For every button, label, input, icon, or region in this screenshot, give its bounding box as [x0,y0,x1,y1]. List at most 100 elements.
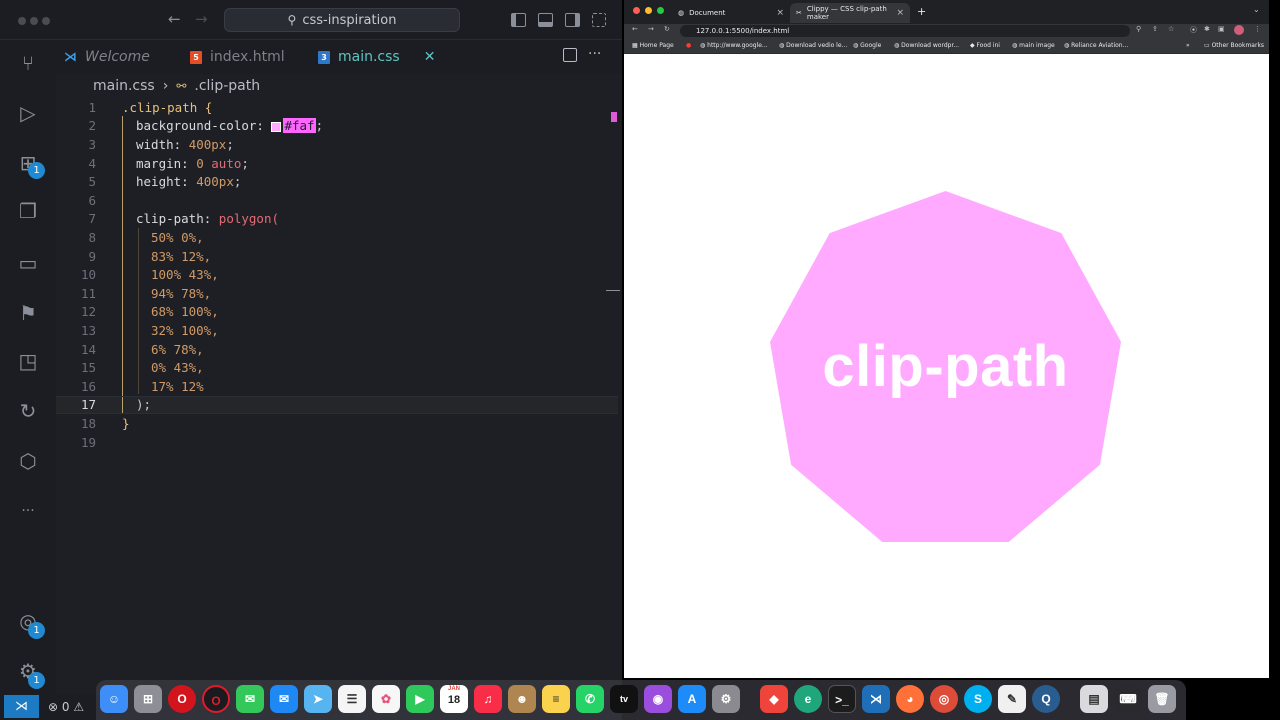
keyboard-icon[interactable]: ⌨ [1114,685,1142,713]
more-actions-icon[interactable]: ··· [588,46,601,62]
tab-welcome[interactable]: ⋊ Welcome [64,40,150,74]
music-icon[interactable]: ♫ [474,685,502,713]
firefox-icon[interactable]: ◕ [896,685,924,713]
split-editor-icon[interactable] [563,48,577,62]
forward-arrow-icon[interactable]: → [195,10,208,28]
command-center-search[interactable]: ⚲ css-inspiration [224,8,460,32]
container-icon[interactable]: ⬡ [17,450,39,472]
bookmarks-icon[interactable]: ⚑ [17,302,39,324]
reload-icon[interactable]: ↻ [664,25,670,33]
bookmark-item[interactable]: ◍ http://www.google... [700,42,768,49]
menu-icon[interactable]: ⋮ [1254,25,1261,33]
apple-tv-icon[interactable]: tv [610,685,638,713]
opera-gx-icon[interactable]: O [202,685,230,713]
youtube-icon[interactable]: ● [686,42,691,49]
forward-icon[interactable]: → [648,25,654,33]
quicktime-icon[interactable]: Q [1032,685,1060,713]
maps-icon[interactable]: ➤ [304,685,332,713]
line-number: 17 [80,397,96,413]
vscode-icon[interactable]: ⋊ [862,685,890,713]
toggle-panel-icon[interactable] [538,13,553,27]
live-share-icon[interactable]: ◳ [17,350,39,372]
activity-bar: ⑂ ▷ ⊞ 1 ❐ ▭ ⚑ ◳ ↻ ⬡ ··· ◎ 1 ⚙ 1 [0,40,56,695]
app-store-icon[interactable]: A [678,685,706,713]
zoom-window-button[interactable] [657,7,664,14]
close-window-button[interactable] [633,7,640,14]
bookmark-item[interactable]: ◍ main image [1012,42,1055,49]
breadcrumb-symbol[interactable]: .clip-path [194,78,260,94]
whatsapp-icon[interactable]: ✆ [576,685,604,713]
code-line: 19 [56,433,618,452]
explorer-icon[interactable]: ❐ [17,200,39,222]
bookmarks-overflow-icon[interactable]: » [1186,42,1190,49]
launchpad-icon[interactable]: ⊞ [134,685,162,713]
messages-icon[interactable]: ✉ [236,685,264,713]
contacts-icon[interactable]: ☻ [508,685,536,713]
browser-tab-document[interactable]: ◍ Document × [672,3,790,23]
anydesk-icon[interactable]: ◆ [760,685,788,713]
browser-tab-strip: ◍ Document × ✂ Clippy — CSS clip-path ma… [624,0,1269,24]
textedit-icon[interactable]: ✎ [998,685,1026,713]
system-settings-icon[interactable]: ⚙ [712,685,740,713]
minimize-window-button[interactable] [645,7,652,14]
minimize-window-button[interactable] [30,17,38,25]
browser-tab-clippy[interactable]: ✂ Clippy — CSS clip-path maker × [790,3,910,23]
source-control-icon[interactable]: ⑂ [17,52,39,74]
address-bar[interactable]: 127.0.0.1:5500/index.html [680,25,1130,37]
code-editor[interactable]: 1 .clip-path { 2 background-color: #faf;… [56,98,622,695]
chrome-icon[interactable]: ◎ [930,685,958,713]
customize-layout-icon[interactable] [592,13,606,27]
problems-indicator[interactable]: ⊗ 0 ⚠ [48,700,84,714]
settings-badge: 1 [28,672,45,689]
tab-search-icon[interactable]: ⌄ [1253,5,1260,14]
puzzle-icon[interactable]: ✱ [1204,25,1210,33]
toggle-sidebar-icon[interactable] [511,13,526,27]
breadcrumb-file[interactable]: main.css [93,78,155,94]
toggle-secondary-sidebar-icon[interactable] [565,13,580,27]
clippy-favicon-icon: ✂ [796,9,802,17]
profile-avatar[interactable] [1234,25,1244,35]
reminders-icon[interactable]: ☰ [338,685,366,713]
close-window-button[interactable] [18,17,26,25]
zoom-window-button[interactable] [42,17,50,25]
tab-index-html[interactable]: 5 index.html [190,40,285,74]
photos-icon[interactable]: ✿ [372,685,400,713]
finder-icon[interactable]: ☺ [100,685,128,713]
back-icon[interactable]: ← [632,25,638,33]
remote-explorer-icon[interactable]: ▭ [17,252,39,274]
close-tab-icon[interactable]: ✕ [424,49,436,65]
mail-icon[interactable]: ✉ [270,685,298,713]
podcasts-icon[interactable]: ◉ [644,685,672,713]
close-tab-icon[interactable]: × [776,8,784,18]
opera-icon[interactable]: O [168,685,196,713]
share-icon[interactable]: ⇪ [1152,25,1158,33]
trash-icon[interactable]: 🗑 [1148,685,1176,713]
bookmark-item[interactable]: ◍ Download wordpr... [894,42,959,49]
skype-icon[interactable]: S [964,685,992,713]
other-bookmarks[interactable]: ▭ Other Bookmarks [1204,42,1264,49]
notes-icon[interactable]: ≡ [542,685,570,713]
share-icon[interactable]: ↻ [17,400,39,422]
remote-indicator-button[interactable]: ⋊ [4,695,39,718]
calendar-icon[interactable]: JAN 18 [440,685,468,713]
run-debug-icon[interactable]: ▷ [17,102,39,124]
bookmark-item[interactable]: ◍ Reliance Aviation... [1064,42,1128,49]
color-swatch[interactable] [271,121,282,132]
bookmark-item[interactable]: ◍ Download vedio le... [779,42,847,49]
preview-icon[interactable]: ▤ [1080,685,1108,713]
facetime-icon[interactable]: ▶ [406,685,434,713]
bookmark-item[interactable]: ◆ Food ini [970,42,1000,49]
new-tab-button[interactable]: + [917,5,926,18]
extension-icon[interactable]: ⦿ [1190,25,1197,35]
tab-main-css[interactable]: 3 main.css ✕ [318,40,435,74]
bookmark-star-icon[interactable]: ☆ [1168,25,1174,33]
more-icon[interactable]: ··· [17,500,39,522]
edge-dev-icon[interactable]: e [794,685,822,713]
close-tab-icon[interactable]: × [896,8,904,18]
back-arrow-icon[interactable]: ← [168,10,181,28]
bookmark-item[interactable]: ▦ Home Page [632,42,674,49]
bookmark-item[interactable]: ◍ Google [853,42,881,49]
zoom-icon[interactable]: ⚲ [1136,25,1141,33]
terminal-icon[interactable]: >_ [828,685,856,713]
sidepanel-icon[interactable]: ▣ [1218,25,1225,33]
